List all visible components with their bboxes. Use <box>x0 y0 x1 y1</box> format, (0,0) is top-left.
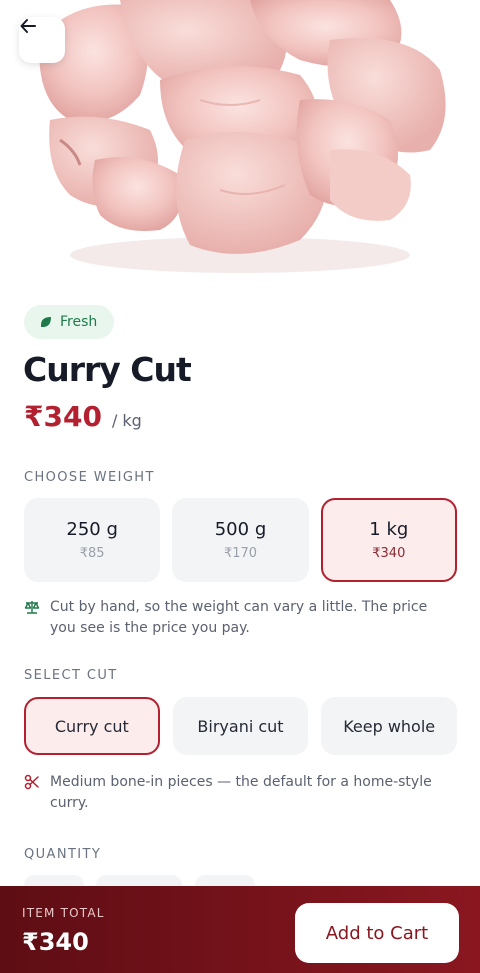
product-price: ₹340 <box>24 400 102 433</box>
item-total-label: ITEM TOTAL <box>22 906 105 920</box>
select-cut-label: SELECT CUT <box>24 668 118 683</box>
quantity-label: QUANTITY <box>24 847 102 862</box>
weight-price: ₹170 <box>223 546 258 561</box>
leaf-icon <box>41 317 51 327</box>
add-to-cart-button[interactable]: Add to Cart <box>295 903 459 963</box>
price-unit: / kg <box>111 411 142 430</box>
bottom-bar: ITEM TOTAL ₹340 Add to Cart <box>0 886 480 973</box>
weight-value: 1 kg <box>369 519 409 540</box>
cut-option-whole[interactable]: Keep whole <box>321 697 458 755</box>
weight-option-1kg[interactable]: 1 kg ₹340 <box>320 498 457 582</box>
back-button[interactable] <box>19 17 65 63</box>
weight-price: ₹340 <box>372 546 406 561</box>
scissors-icon <box>24 774 39 790</box>
weight-value: 500 g <box>214 519 267 540</box>
weight-value: 250 g <box>66 519 118 540</box>
product-title: Curry Cut <box>23 350 192 389</box>
cut-note: Medium bone-in pieces — the default for … <box>24 772 456 814</box>
weight-price: ₹85 <box>79 546 105 561</box>
cut-options: Curry cut Biryani cut Keep whole <box>24 697 458 755</box>
price-row: ₹340 / kg <box>24 400 142 433</box>
item-total-value: ₹340 <box>22 928 89 956</box>
weight-note: Cut by hand, so the weight can vary a li… <box>24 597 456 639</box>
weight-note-text: Cut by hand, so the weight can vary a li… <box>50 599 428 636</box>
fresh-badge: Fresh <box>24 305 114 339</box>
chicken-pieces-image <box>39 0 446 273</box>
cut-note-text: Medium bone-in pieces — the default for … <box>50 774 432 811</box>
weight-option-250g[interactable]: 250 g ₹85 <box>24 498 161 582</box>
scale-icon <box>24 601 40 614</box>
choose-weight-label: CHOOSE WEIGHT <box>24 470 155 485</box>
product-image <box>0 0 480 285</box>
cut-option-biryani[interactable]: Biryani cut <box>172 697 309 755</box>
badge-label: Fresh <box>60 314 98 330</box>
cut-option-curry[interactable]: Curry cut <box>24 697 160 755</box>
weight-options: 250 g ₹85 500 g ₹170 1 kg ₹340 <box>24 498 457 582</box>
arrow-left-icon <box>20 19 36 33</box>
weight-option-500g[interactable]: 500 g ₹170 <box>172 498 309 582</box>
